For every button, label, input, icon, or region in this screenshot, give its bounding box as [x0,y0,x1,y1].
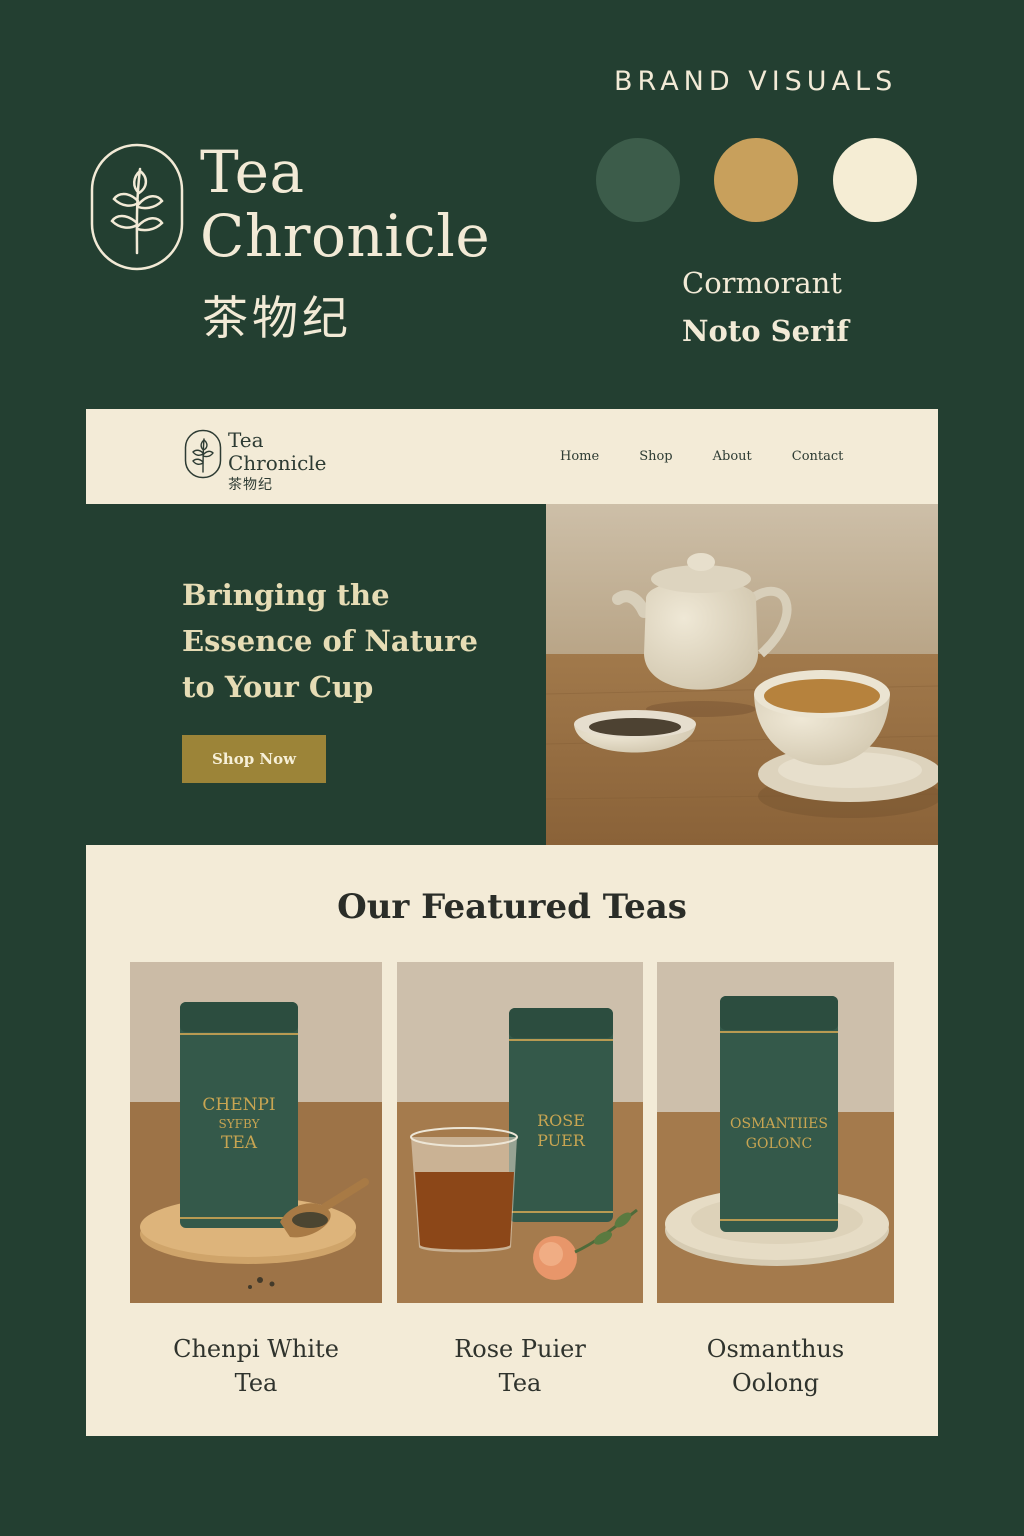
hero-title-line: Bringing the [182,578,390,612]
teapot-and-cup-photo [546,504,938,845]
product-name-line: Chenpi White [173,1335,339,1363]
brand-name-line2: Chronicle [200,202,491,270]
nav-link-shop[interactable]: Shop [639,449,672,464]
brand-wordmark: Tea Chronicle [200,140,490,268]
color-swatch-cream [833,138,917,222]
product-name[interactable]: Chenpi White Tea [110,1332,402,1400]
hero-title-line: to Your Cup [182,670,374,704]
nav-link-contact[interactable]: Contact [792,449,844,464]
font-sample-cormorant: Cormorant [682,266,842,300]
website-mockup: Tea Chronicle 茶物纪 Home Shop About Contac… [86,409,938,1436]
brand-name-line1: Tea [200,138,305,206]
site-header: Tea Chronicle 茶物纪 Home Shop About Contac… [86,409,938,504]
site-logo-line2: Chronicle [228,451,327,475]
product-card[interactable]: ROSE PUER Rose Puier Tea [397,962,643,1397]
tin-label: SYFBY [219,1117,261,1131]
tea-tin-with-glass-and-rose-photo: ROSE PUER [397,962,643,1303]
shop-now-button[interactable]: Shop Now [182,735,326,783]
product-card[interactable]: OSMANTIIES GOLONC Osmanthus Oolong [657,962,894,1397]
tin-label: CHENPI [202,1095,275,1115]
featured-section-title: Our Featured Teas [337,887,687,927]
color-swatch-gold [714,138,798,222]
nav-link-home[interactable]: Home [560,449,599,464]
tin-label: TEA [221,1133,258,1153]
product-name-line: Rose Puier [454,1335,586,1363]
leaf-sprig-icon[interactable] [184,429,222,479]
tin-label: ROSE [537,1111,585,1130]
nav-link-about[interactable]: About [713,449,752,464]
site-logo-chinese: 茶物纪 [228,477,273,493]
leaf-sprig-icon [90,143,184,271]
tea-tin-with-scoop-photo: CHENPI SYFBY TEA [130,962,382,1303]
product-name[interactable]: Osmanthus Oolong [637,1332,914,1400]
product-name-line: Tea [498,1369,542,1397]
brand-chinese-name: 茶物纪 [202,291,352,345]
brand-visuals-title: BRAND VISUALS [614,66,898,97]
font-sample-noto-serif: Noto Serif [682,314,849,348]
site-logo-line1: Tea [228,428,264,452]
tin-label: GOLONC [746,1136,812,1152]
color-swatch-green [596,138,680,222]
product-name[interactable]: Rose Puier Tea [377,1332,663,1400]
hero-title: Bringing the Essence of Nature to Your C… [182,572,522,710]
tin-label: OSMANTIIES [730,1116,828,1132]
hero-section: Bringing the Essence of Nature to Your C… [86,504,938,845]
hero-title-line: Essence of Nature [182,624,478,658]
product-name-line: Oolong [731,1369,820,1397]
product-name-line: Osmanthus [706,1335,845,1363]
tea-tin-on-plate-photo: OSMANTIIES GOLONC [657,962,894,1303]
hero-panel: Bringing the Essence of Nature to Your C… [86,504,546,845]
product-name-line: Tea [234,1369,278,1397]
site-logo[interactable]: Tea Chronicle 茶物纪 [228,429,327,495]
tin-label: PUER [537,1131,586,1150]
product-card[interactable]: CHENPI SYFBY TEA Chenpi White Tea [130,962,382,1397]
main-nav: Home Shop About Contact [560,449,883,464]
